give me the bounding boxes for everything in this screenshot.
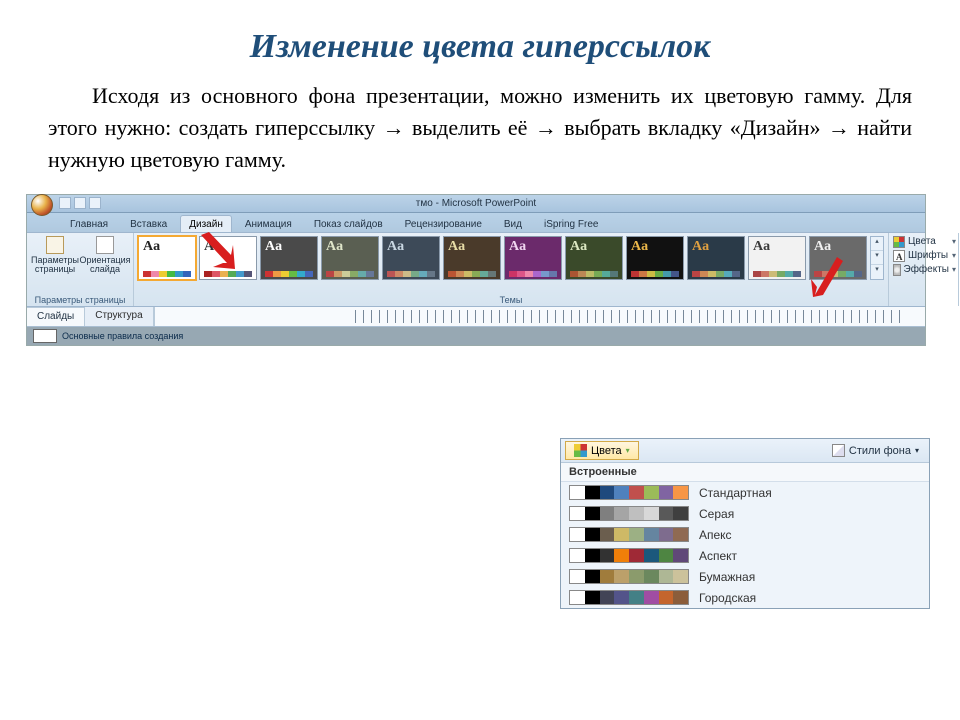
color-scheme-swatches bbox=[569, 548, 689, 563]
theme-thumbnail[interactable]: Aa bbox=[321, 236, 379, 280]
powerpoint-ribbon-screenshot: тмо - Microsoft PowerPoint Главная Встав… bbox=[26, 194, 926, 346]
theme-thumbnail[interactable]: Aa bbox=[382, 236, 440, 280]
qat-undo-icon[interactable] bbox=[74, 197, 86, 209]
pane-tab-slides[interactable]: Слайды bbox=[27, 307, 85, 326]
theme-thumbnail[interactable]: Aa bbox=[138, 236, 196, 280]
office-button[interactable] bbox=[31, 194, 53, 216]
tab-review[interactable]: Рецензирование bbox=[396, 215, 491, 232]
fonts-icon bbox=[893, 250, 905, 262]
themes-gallery-more[interactable]: ▴▾▾ bbox=[870, 236, 884, 280]
background-styles-icon bbox=[832, 444, 845, 457]
horizontal-ruler bbox=[154, 307, 925, 326]
theme-thumbnail[interactable]: Aa bbox=[748, 236, 806, 280]
theme-sample-text: Aa bbox=[326, 240, 374, 254]
color-scheme-swatches bbox=[569, 506, 689, 521]
colors-button[interactable]: Цвета▾ bbox=[893, 236, 956, 248]
fonts-button[interactable]: Шрифты▾ bbox=[893, 250, 956, 262]
theme-thumbnail[interactable]: Aa bbox=[626, 236, 684, 280]
colors-dropdown-button[interactable]: Цвета ▾ bbox=[565, 441, 639, 460]
qat-save-icon[interactable] bbox=[59, 197, 71, 209]
quick-access-toolbar bbox=[59, 197, 101, 209]
effects-icon bbox=[893, 264, 901, 276]
color-scheme-name: Аспект bbox=[699, 549, 737, 563]
slide-orientation-button[interactable]: Ориентация слайда bbox=[81, 236, 129, 275]
theme-thumbnail[interactable]: Aa bbox=[809, 236, 867, 280]
pane-tab-outline[interactable]: Структура bbox=[85, 307, 153, 326]
theme-sample-text: Aa bbox=[204, 240, 252, 254]
color-scheme-name: Апекс bbox=[699, 528, 732, 542]
tab-design[interactable]: Дизайн bbox=[180, 215, 232, 232]
tab-ispring[interactable]: iSpring Free bbox=[535, 215, 607, 232]
tab-home[interactable]: Главная bbox=[61, 215, 117, 232]
window-title: тмо - Microsoft PowerPoint bbox=[27, 198, 925, 209]
color-scheme-item[interactable]: Стандартная bbox=[561, 482, 929, 503]
theme-thumbnail[interactable]: Aa bbox=[443, 236, 501, 280]
colors-dropdown-panel: Цвета ▾ Стили фона ▾ Встроенные Стандарт… bbox=[560, 438, 930, 609]
color-scheme-swatches bbox=[569, 569, 689, 584]
theme-thumbnail[interactable]: Aa bbox=[565, 236, 623, 280]
page-setup-button[interactable]: Параметры страницы bbox=[31, 236, 79, 275]
group-label-page-setup: Параметры страницы bbox=[31, 293, 129, 305]
orientation-icon bbox=[96, 236, 114, 254]
theme-sample-text: Aa bbox=[631, 240, 679, 254]
tab-animations[interactable]: Анимация bbox=[236, 215, 301, 232]
tab-insert[interactable]: Вставка bbox=[121, 215, 176, 232]
theme-thumbnail[interactable]: Aa bbox=[504, 236, 562, 280]
ribbon-tabstrip: Главная Вставка Дизайн Анимация Показ сл… bbox=[27, 213, 925, 233]
color-scheme-swatches bbox=[569, 590, 689, 605]
group-page-setup: Параметры страницы Ориентация слайда Пар… bbox=[27, 233, 134, 306]
theme-sample-text: Aa bbox=[387, 240, 435, 254]
effects-button[interactable]: Эффекты▾ bbox=[893, 264, 956, 276]
color-scheme-name: Стандартная bbox=[699, 486, 772, 500]
color-scheme-name: Бумажная bbox=[699, 570, 755, 584]
color-scheme-list: Стандартная Серая Апекс Аспект Бумажная Город… bbox=[561, 482, 929, 608]
color-scheme-swatches bbox=[569, 527, 689, 542]
theme-sample-text: Aa bbox=[692, 240, 740, 254]
theme-thumbnail[interactable]: Aa bbox=[260, 236, 318, 280]
theme-sample-text: Aa bbox=[570, 240, 618, 254]
colors-icon bbox=[574, 444, 587, 457]
background-styles-button[interactable]: Стили фона ▾ bbox=[832, 444, 929, 457]
slide-title: Изменение цвета гиперссылок bbox=[48, 28, 912, 66]
theme-thumbnail[interactable]: Aa bbox=[199, 236, 257, 280]
color-scheme-name: Городская bbox=[699, 591, 756, 605]
colors-icon bbox=[893, 236, 905, 248]
theme-sample-text: Aa bbox=[509, 240, 557, 254]
qat-redo-icon[interactable] bbox=[89, 197, 101, 209]
group-theme-tools: Цвета▾ Шрифты▾ Эффекты▾ bbox=[889, 233, 959, 306]
slide-thumbnail[interactable] bbox=[33, 329, 57, 343]
color-scheme-item[interactable]: Бумажная bbox=[561, 566, 929, 587]
group-label-themes: Темы bbox=[138, 293, 884, 305]
colors-section-header: Встроенные bbox=[561, 463, 929, 482]
theme-sample-text: Aa bbox=[814, 240, 862, 254]
theme-sample-text: Aa bbox=[448, 240, 496, 254]
theme-thumbnail[interactable]: Aa bbox=[687, 236, 745, 280]
theme-sample-text: Aa bbox=[143, 240, 191, 254]
slide-thumbnail-strip: Основные правила создания bbox=[27, 327, 925, 345]
color-scheme-item[interactable]: Городская bbox=[561, 587, 929, 608]
color-scheme-item[interactable]: Аспект bbox=[561, 545, 929, 566]
slide-thumbnail-caption: Основные правила создания bbox=[62, 331, 183, 341]
color-scheme-swatches bbox=[569, 485, 689, 500]
theme-sample-text: Aa bbox=[265, 240, 313, 254]
theme-sample-text: Aa bbox=[753, 240, 801, 254]
color-scheme-name: Серая bbox=[699, 507, 734, 521]
slide-paragraph: Исходя из основного фона презентации, мо… bbox=[48, 80, 912, 176]
page-setup-icon bbox=[46, 236, 64, 254]
color-scheme-item[interactable]: Апекс bbox=[561, 524, 929, 545]
tab-slideshow[interactable]: Показ слайдов bbox=[305, 215, 392, 232]
group-themes: Aa Aa Aa Aa Aa Aa Aa Aa Aa Aa Aa Aa ▴▾▾ Темы bbox=[134, 233, 889, 306]
color-scheme-item[interactable]: Серая bbox=[561, 503, 929, 524]
tab-view[interactable]: Вид bbox=[495, 215, 531, 232]
